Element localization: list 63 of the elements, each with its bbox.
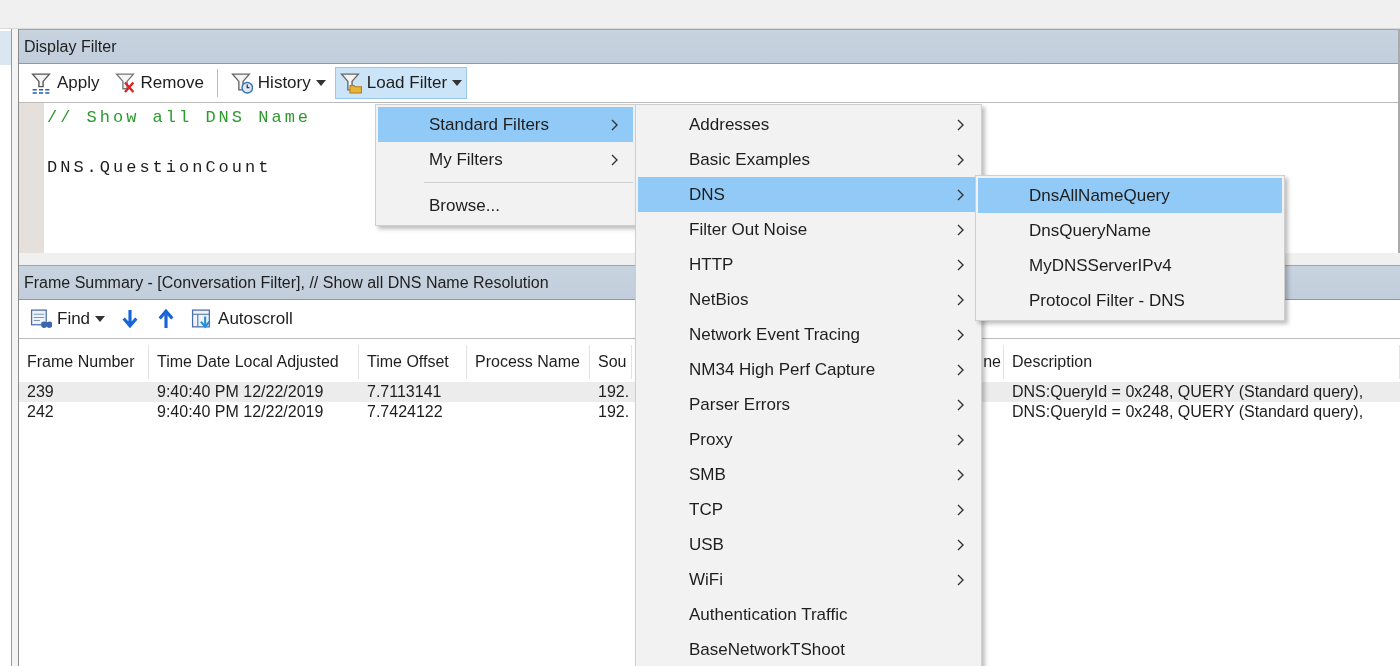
- chevron-icon: [611, 118, 619, 131]
- menu-item[interactable]: DnsAllNameQuery: [978, 178, 1282, 213]
- menu-item[interactable]: Browse...: [378, 188, 633, 223]
- table-cell: DNS:QueryId = 0x248, QUERY (Standard query),: [1012, 403, 1364, 420]
- column-header[interactable]: Process Name: [467, 345, 590, 379]
- table-cell: DNS:QueryId = 0x248, QUERY (Standard query),: [1012, 383, 1364, 400]
- column-header[interactable]: Sou: [590, 345, 632, 379]
- chevron-icon: [957, 433, 965, 446]
- table-cell: 9:40:40 PM 12/22/2019: [157, 383, 324, 400]
- toolbar-button[interactable]: Find: [25, 303, 111, 335]
- chevron-icon: [957, 188, 965, 201]
- toolbar-button[interactable]: Load Filter: [334, 67, 468, 99]
- chevron-icon: [957, 118, 965, 131]
- table-cell: 7.7113141: [367, 383, 442, 400]
- table-cell: 192.: [598, 403, 630, 420]
- chevron-icon: [957, 153, 965, 166]
- menu-item[interactable]: USB: [638, 527, 979, 562]
- splitter[interactable]: [12, 29, 19, 666]
- toolbar-button[interactable]: History: [225, 67, 331, 99]
- menu-item[interactable]: Addresses: [638, 107, 979, 142]
- menu-item[interactable]: Standard Filters: [378, 107, 633, 142]
- chevron-icon: [957, 328, 965, 341]
- chevron-icon: [611, 153, 619, 166]
- chevron-icon: [957, 223, 965, 236]
- table-cell: 192.: [598, 383, 630, 400]
- table-cell: 7.7424122: [367, 403, 443, 420]
- menu-item[interactable]: SMB: [638, 457, 979, 492]
- toolbar-button[interactable]: Autoscroll: [186, 303, 298, 335]
- column-header[interactable]: Time Date Local Adjusted: [149, 345, 359, 379]
- toolbar-button[interactable]: Remove: [108, 67, 209, 99]
- funnel-cross-icon: [113, 72, 136, 94]
- chevron-icon: [957, 503, 965, 516]
- chevron-icon: [957, 573, 965, 586]
- menu-item[interactable]: DnsQueryName: [978, 213, 1282, 248]
- panel-title: Display Filter: [19, 29, 1398, 64]
- menu-item[interactable]: Proxy: [638, 422, 979, 457]
- code-line: DNS.QuestionCount: [47, 158, 272, 177]
- chevron-icon: [957, 293, 965, 306]
- window-binoculars-icon: [30, 308, 52, 330]
- chevron-icon: [957, 363, 965, 376]
- menu-item[interactable]: WiFi: [638, 562, 979, 597]
- column-header[interactable]: Frame Number: [19, 345, 149, 379]
- table-cell: 242: [27, 403, 54, 420]
- chevron-icon: [957, 258, 965, 271]
- table-cell: 239: [27, 383, 54, 400]
- funnel-folder-icon: [339, 72, 362, 94]
- column-header[interactable]: Description: [1004, 345, 1400, 379]
- toolbar-button[interactable]: Apply: [25, 67, 105, 99]
- code-comment: // Show all DNS Name: [47, 108, 312, 127]
- funnel-icon: [30, 72, 52, 94]
- column-header[interactable]: Time Offset: [359, 345, 467, 379]
- menu-item[interactable]: Authentication Traffic: [638, 597, 979, 632]
- funnel-clock-icon: [230, 72, 253, 94]
- chevron-icon: [957, 538, 965, 551]
- chevron-icon: [957, 398, 965, 411]
- menu-item[interactable]: Parser Errors: [638, 387, 979, 422]
- menu-item[interactable]: BaseNetworkTShoot: [638, 632, 979, 666]
- menu-item[interactable]: My Filters: [378, 142, 633, 177]
- menu-item[interactable]: NM34 High Perf Capture: [638, 352, 979, 387]
- panel-header: [0, 31, 11, 65]
- chevron-icon: [957, 468, 965, 481]
- menu-item[interactable]: TCP: [638, 492, 979, 527]
- table-cell: 9:40:40 PM 12/22/2019: [157, 403, 324, 420]
